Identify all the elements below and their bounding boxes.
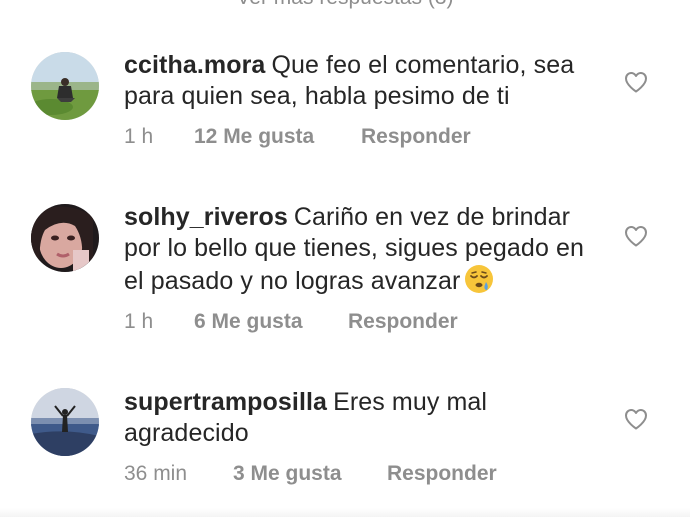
heart-outline-icon[interactable] [624, 71, 648, 93]
comment-text: ccitha.mora Que feo el comentario, sea pa… [124, 50, 604, 112]
comment-text: solhy_riveros Cariño en vez de brindar po… [124, 202, 604, 297]
comment-time: 1 h [124, 310, 154, 333]
reply-button[interactable]: Responder [387, 462, 497, 486]
likes-count[interactable]: 12 Me gusta [194, 125, 361, 149]
comment-meta: 1 h 6 Me gusta Responder [124, 310, 458, 334]
likes-count[interactable]: 3 Me gusta [233, 462, 387, 486]
comment-username[interactable]: ccitha.mora [124, 51, 265, 79]
reply-button[interactable]: Responder [361, 125, 471, 149]
heart-outline-icon[interactable] [624, 225, 648, 247]
comment-time: 36 min [124, 462, 188, 485]
comment-meta: 36 min 3 Me gusta Responder [124, 462, 497, 486]
likes-count[interactable]: 6 Me gusta [194, 310, 348, 334]
bottom-edge [0, 508, 690, 517]
comment-time: 1 h [124, 125, 154, 148]
comment-username[interactable]: supertramposilla [124, 388, 327, 416]
heart-outline-icon[interactable] [624, 408, 648, 430]
avatar[interactable] [31, 52, 99, 120]
avatar[interactable] [31, 204, 99, 272]
comment-meta: 1 h 12 Me gusta Responder [124, 125, 471, 149]
sleepy-face-emoji [464, 264, 494, 294]
comment-username[interactable]: solhy_riveros [124, 203, 288, 231]
comment-text: supertramposilla Eres muy mal agradecido [124, 387, 604, 449]
view-more-replies-link[interactable]: Ver más respuestas (3) [0, 0, 690, 10]
reply-button[interactable]: Responder [348, 310, 458, 334]
avatar[interactable] [31, 388, 99, 456]
